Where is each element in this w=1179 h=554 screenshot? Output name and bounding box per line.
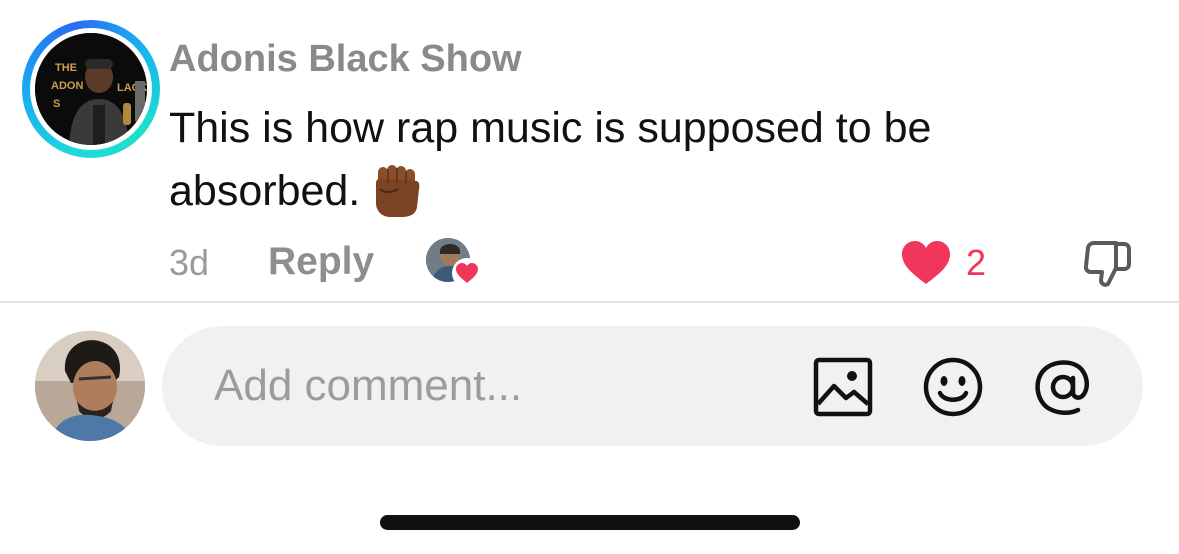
comment-composer[interactable] [162,326,1143,446]
svg-text:THE: THE [55,62,77,74]
divider [0,301,1179,303]
commenter-avatar-story-ring[interactable]: THE ADON LACK S [22,20,160,158]
comment-text: This is how rap music is supposed to be … [169,104,932,215]
heart-filled-icon [902,241,950,284]
dislike-button[interactable] [1080,240,1132,290]
home-indicator[interactable] [380,515,800,530]
emoji-icon [923,357,983,417]
liked-by-creator-badge [426,238,484,288]
commenter-avatar: THE ADON LACK S [35,33,147,145]
at-mention-icon [1035,360,1089,415]
comment-timestamp: 3d [169,242,210,283]
heart-icon [456,263,478,283]
comment-sheet: THE ADON LACK S Adonis Black Show This i… [0,0,1179,554]
comment-body: This is how rap music is supposed to be … [169,97,1069,237]
mention-button[interactable] [1032,356,1094,418]
like-count: 2 [966,242,987,283]
attach-image-button[interactable] [812,356,874,418]
thumbs-down-icon [1083,241,1131,287]
comment-input[interactable] [214,356,774,416]
reply-button[interactable]: Reply [268,240,374,284]
svg-text:ADON: ADON [51,80,83,92]
current-user-avatar[interactable] [35,331,145,441]
emoji-button[interactable] [922,356,984,418]
svg-text:S: S [53,98,60,110]
comment-author-name[interactable]: Adonis Black Show [169,38,522,81]
image-icon [813,357,873,417]
comment-meta-row: 3d Reply 2 [169,238,1149,288]
like-button[interactable] [900,240,952,286]
raised-fist-emoji-icon [370,163,422,237]
